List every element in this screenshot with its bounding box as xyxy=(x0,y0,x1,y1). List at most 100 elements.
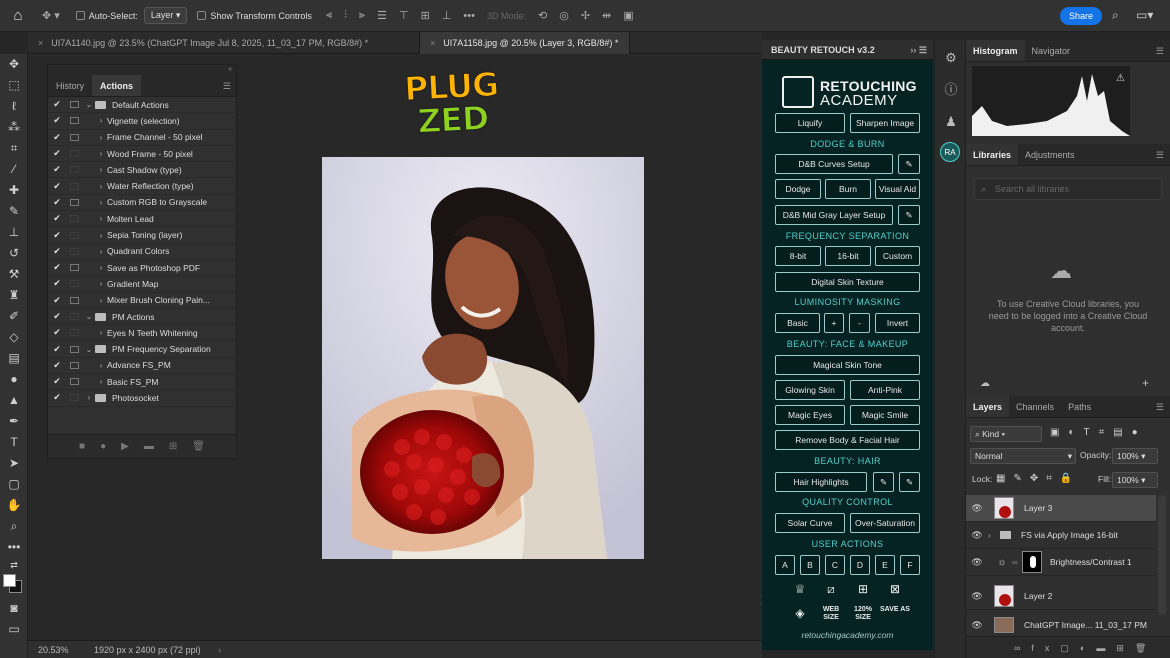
burn-button[interactable]: Burn xyxy=(825,179,871,199)
action-row[interactable]: ✔ › Eyes N Teeth Whitening xyxy=(48,325,236,342)
anti-pink-button[interactable]: Anti-Pink xyxy=(850,380,920,400)
cloud-sync-icon[interactable]: ☁ xyxy=(980,378,990,389)
checkmark-icon[interactable]: ✔ xyxy=(48,181,66,192)
tab-document-2[interactable]: × UI7A1158.jpg @ 20.5% (Layer 3, RGB/8#) … xyxy=(420,32,630,54)
swap-colors-icon[interactable]: ⇄ xyxy=(0,558,28,572)
chevron-right-icon[interactable]: › xyxy=(95,377,107,386)
layers-footer-icons[interactable]: ∞fx▢◐▬⊞🗑 xyxy=(966,636,1170,658)
move-tool-icon[interactable]: ✥ xyxy=(0,54,28,75)
share-button[interactable]: Share xyxy=(1060,7,1102,25)
grid-icon[interactable]: ⊞ xyxy=(853,582,873,596)
layer-mask-thumbnail[interactable] xyxy=(1022,551,1042,573)
user-action-a-button[interactable]: A xyxy=(775,555,795,575)
tab-navigator[interactable]: Navigator xyxy=(1025,40,1078,61)
stamp-icon[interactable]: ♜ xyxy=(0,285,28,306)
chevron-right-icon[interactable]: › xyxy=(95,116,107,125)
dialog-toggle-icon[interactable] xyxy=(70,117,79,125)
action-row[interactable]: ✔ › Basic FS_PM xyxy=(48,374,236,391)
checkmark-icon[interactable]: ✔ xyxy=(48,132,66,143)
3d-pan-icon[interactable]: ✢ xyxy=(581,9,590,22)
zoom-level[interactable]: 20.53% xyxy=(38,641,69,658)
align-bottom-icon[interactable]: ⊥ xyxy=(442,9,452,22)
action-row[interactable]: ✔ › Custom RGB to Grayscale xyxy=(48,195,236,212)
checkmark-icon[interactable]: ✔ xyxy=(48,278,66,289)
add-library-icon[interactable]: + xyxy=(1142,376,1149,390)
gradient-tool-icon[interactable]: ▤ xyxy=(0,348,28,369)
dialog-toggle-icon[interactable] xyxy=(70,329,79,337)
save-as-button[interactable]: SAVE AS xyxy=(880,606,910,614)
action-row[interactable]: ✔ › Save as Photoshop PDF xyxy=(48,260,236,277)
record-icon[interactable]: ● xyxy=(100,441,106,452)
checkmark-icon[interactable]: ✔ xyxy=(48,344,66,355)
search-icon[interactable]: ⌕ xyxy=(1112,8,1119,23)
action-row[interactable]: ✔ › Gradient Map xyxy=(48,276,236,293)
magic-smile-button[interactable]: Magic Smile xyxy=(850,405,920,425)
tab-history[interactable]: History xyxy=(48,75,92,96)
align-right-icon[interactable]: ⫸ xyxy=(359,9,365,22)
layers-stack-icon[interactable]: ◈ xyxy=(790,606,810,620)
dialog-toggle-icon[interactable] xyxy=(70,361,79,369)
layer-row[interactable]: 👁 ChatGPT Image... 11_03_17 PM xyxy=(966,616,1156,634)
eye-icon[interactable]: 👁 xyxy=(966,503,988,514)
workspace-icon[interactable]: ▭▾ xyxy=(1136,8,1153,22)
type-tool-icon[interactable]: T xyxy=(0,432,28,453)
user-action-d-button[interactable]: D xyxy=(850,555,870,575)
panel-menu-icon[interactable]: ›› ☰ xyxy=(910,40,927,60)
dialog-toggle-icon[interactable] xyxy=(70,198,79,206)
blend-mode-dropdown[interactable]: Normal ▾ xyxy=(970,448,1076,464)
checkmark-icon[interactable]: ✔ xyxy=(48,115,66,126)
120-size-button[interactable]: 120% SIZE xyxy=(848,606,878,622)
dialog-toggle-icon[interactable] xyxy=(70,133,79,141)
action-set-row[interactable]: ✔ ⌄ PM Frequency Separation xyxy=(48,341,236,358)
magical-skin-tone-button[interactable]: Magical Skin Tone xyxy=(775,355,920,375)
distribute-icon[interactable]: ☰ xyxy=(377,9,387,22)
dialog-toggle-icon[interactable] xyxy=(70,231,79,239)
move-tool-icon[interactable]: ✥ ▾ xyxy=(42,9,60,22)
home-icon[interactable]: ⌂ xyxy=(0,7,36,24)
action-row[interactable]: ✔ › Vignette (selection) xyxy=(48,113,236,130)
auto-select-checkbox[interactable] xyxy=(75,11,85,20)
tab-adjustments[interactable]: Adjustments xyxy=(1018,144,1082,165)
dialog-toggle-icon[interactable] xyxy=(70,101,79,109)
eraser-tool-icon[interactable]: ◇ xyxy=(0,327,28,348)
plus-button[interactable]: + xyxy=(824,313,844,333)
delete-icon[interactable]: 🗑 xyxy=(192,441,205,452)
align-left-icon[interactable]: ⫷ xyxy=(326,9,332,22)
shape-tool-icon[interactable]: ▢ xyxy=(0,474,28,495)
layer-row[interactable]: 👁 › FS via Apply Image 16-bit xyxy=(966,522,1156,549)
remove-body-hair-button[interactable]: Remove Body & Facial Hair xyxy=(775,430,920,450)
checkmark-icon[interactable]: ✔ xyxy=(48,148,66,159)
checkmark-icon[interactable]: ✔ xyxy=(48,295,66,306)
panel-menu-icon[interactable]: ☰ xyxy=(1156,396,1170,417)
checkmark-icon[interactable]: ✔ xyxy=(48,392,66,403)
checkmark-icon[interactable]: ✔ xyxy=(48,327,66,338)
action-row[interactable]: ✔ › Water Reflection (type) xyxy=(48,178,236,195)
dialog-toggle-icon[interactable] xyxy=(70,280,79,288)
basic-button[interactable]: Basic xyxy=(775,313,820,333)
checkmark-icon[interactable]: ✔ xyxy=(48,376,66,387)
16bit-button[interactable]: 16-bit xyxy=(825,246,871,266)
3d-scale-icon[interactable]: ▣ xyxy=(623,9,633,22)
eye-icon[interactable]: 👁 xyxy=(966,557,988,568)
dialog-toggle-icon[interactable] xyxy=(70,150,79,158)
brush-icon[interactable]: ✎ xyxy=(899,472,920,492)
chevron-right-icon[interactable]: › xyxy=(95,263,107,272)
glowing-skin-button[interactable]: Glowing Skin xyxy=(775,380,845,400)
chevron-right-icon[interactable]: › xyxy=(95,165,107,174)
new-set-icon[interactable]: ▬ xyxy=(144,441,154,452)
digital-skin-texture-button[interactable]: Digital Skin Texture xyxy=(775,272,920,292)
action-set-row[interactable]: ✔ › Photosocket xyxy=(48,390,236,407)
compare-icon[interactable]: ⧄ xyxy=(821,582,841,597)
checkmark-icon[interactable]: ✔ xyxy=(48,99,66,110)
art-brush-icon[interactable]: ✐ xyxy=(0,306,28,327)
db-midgray-button[interactable]: D&B Mid Gray Layer Setup xyxy=(775,205,893,225)
chevron-down-icon[interactable]: ⌄ xyxy=(83,345,95,354)
dialog-toggle-icon[interactable] xyxy=(70,313,79,320)
more-options-icon[interactable]: ••• xyxy=(463,10,475,22)
dialog-toggle-icon[interactable] xyxy=(70,394,79,402)
panel-menu-icon[interactable]: ☰ xyxy=(223,75,236,96)
crop-tool-icon[interactable]: ⌗ xyxy=(0,138,28,159)
dialog-toggle-icon[interactable] xyxy=(70,182,79,190)
person-icon[interactable]: ♟ xyxy=(935,106,967,138)
document-photo[interactable] xyxy=(322,157,644,559)
